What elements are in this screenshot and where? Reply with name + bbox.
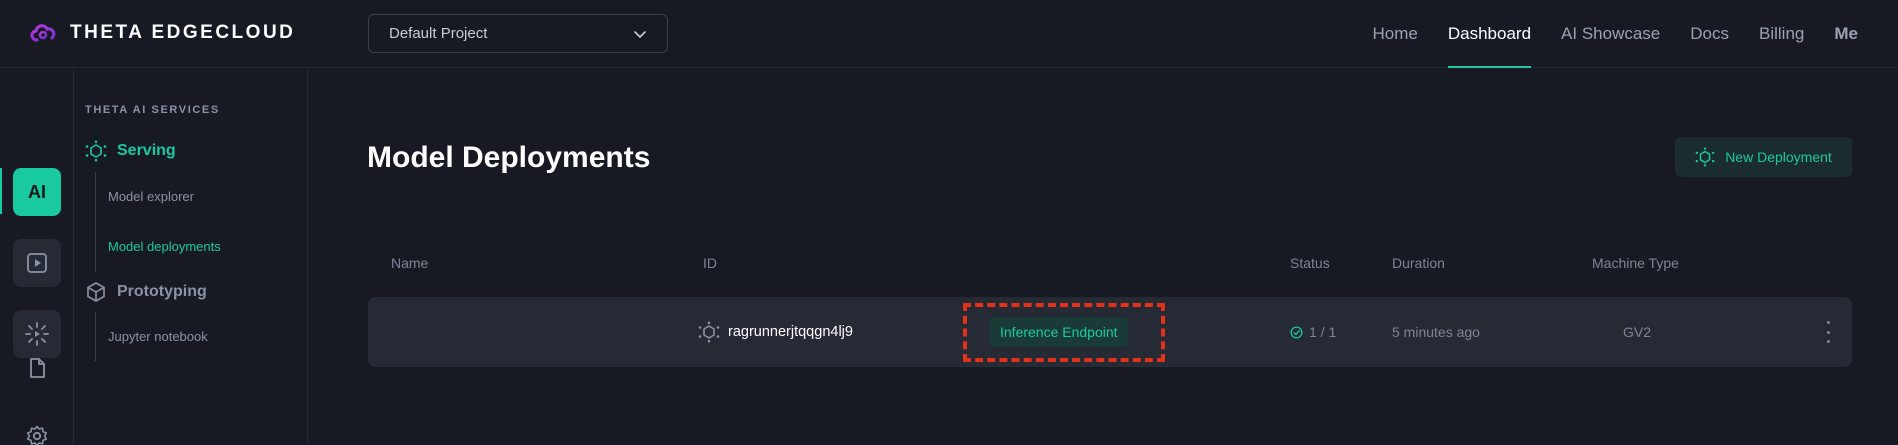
project-selector-value: Default Project [389, 25, 488, 42]
more-options-icon[interactable] [1823, 321, 1833, 343]
row-machine-type: GV2 [1623, 324, 1652, 340]
new-deployment-label: New Deployment [1725, 149, 1832, 165]
serving-hexagon-icon [85, 140, 107, 162]
sidebar-group-prototyping[interactable]: Prototyping [85, 281, 207, 303]
column-header-machine-type: Machine Type [1592, 255, 1679, 271]
main-nav: Home Dashboard AI Showcase Docs Billing … [1373, 0, 1858, 68]
rail-ai-button[interactable]: AI [13, 168, 61, 216]
sidebar-tree-line [95, 172, 96, 272]
model-hexagon-icon [698, 321, 720, 343]
settings-gear-icon[interactable] [25, 424, 49, 445]
nav-me[interactable]: Me [1834, 0, 1858, 68]
new-deployment-button[interactable]: New Deployment [1675, 137, 1852, 177]
sidebar-link-model-deployments[interactable]: Model deployments [108, 239, 221, 254]
icon-rail: AI [0, 68, 74, 445]
top-navigation-bar: THETA EDGECLOUD Default Project Home Das… [0, 0, 1898, 68]
sidebar-group-serving-label: Serving [117, 142, 176, 159]
nav-dashboard[interactable]: Dashboard [1447, 0, 1532, 68]
sidebar-heading: THETA AI SERVICES [85, 104, 220, 116]
cloud-logo-icon [30, 24, 56, 42]
row-id-cell: ragrunnerjtqqgn4lj9 [698, 297, 853, 367]
type-badge: Inference Endpoint [990, 317, 1128, 347]
table-row[interactable]: ragrunnerjtqqgn4lj9 Inference Endpoint 1… [368, 297, 1852, 367]
brand-logo[interactable]: THETA EDGECLOUD [28, 20, 295, 46]
rail-video-button[interactable] [13, 239, 61, 287]
column-header-name: Name [391, 255, 429, 271]
services-sidebar: THETA AI SERVICES Serving Model explorer… [75, 68, 308, 445]
row-duration: 5 minutes ago [1392, 324, 1480, 340]
document-icon[interactable] [25, 356, 49, 380]
nav-docs[interactable]: Docs [1690, 0, 1729, 68]
prototyping-cube-icon [87, 282, 105, 302]
check-circle-icon [1290, 325, 1303, 339]
sparkle-play-icon [25, 322, 49, 346]
nav-home[interactable]: Home [1373, 0, 1418, 68]
row-status-cell: 1 / 1 [1290, 297, 1336, 367]
column-header-duration: Duration [1392, 255, 1445, 271]
video-play-icon [27, 253, 47, 273]
row-id[interactable]: ragrunnerjtqqgn4lj9 [728, 324, 853, 340]
deployment-hexagon-icon [1695, 147, 1715, 167]
rail-edge-button[interactable] [13, 310, 61, 358]
sidebar-link-model-explorer[interactable]: Model explorer [108, 189, 194, 204]
nav-billing[interactable]: Billing [1759, 0, 1804, 68]
rail-active-indicator [0, 168, 2, 214]
chevron-down-icon [634, 30, 646, 38]
sidebar-link-jupyter-notebook[interactable]: Jupyter notebook [108, 329, 208, 344]
column-header-id: ID [703, 255, 717, 271]
nav-ai-showcase[interactable]: AI Showcase [1561, 0, 1660, 68]
column-header-status: Status [1290, 255, 1330, 271]
sidebar-tree-line [95, 312, 96, 361]
project-selector[interactable]: Default Project [368, 14, 668, 53]
sidebar-group-prototyping-label: Prototyping [117, 283, 207, 300]
page-title: Model Deployments [367, 141, 651, 174]
sidebar-group-serving[interactable]: Serving [85, 140, 176, 162]
row-status: 1 / 1 [1309, 324, 1337, 340]
brand-name: THETA EDGECLOUD [70, 22, 296, 43]
